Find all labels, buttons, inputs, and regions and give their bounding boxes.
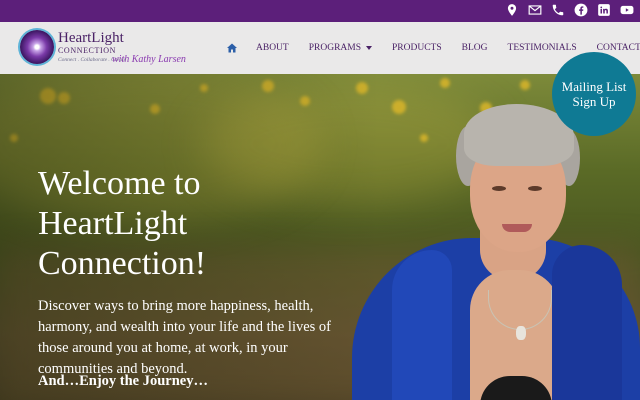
logo-signature: with Kathy Larsen <box>112 54 186 65</box>
logo-subtitle: CONNECTION <box>58 46 116 55</box>
social-icons <box>505 3 634 17</box>
linkedin-icon[interactable] <box>597 3 611 17</box>
nav-about[interactable]: ABOUT <box>256 43 289 53</box>
hero-headline: Welcome to HeartLight Connection! <box>38 164 338 284</box>
mailing-line-2: Sign Up <box>572 94 616 109</box>
hero-headline-line: HeartLight <box>38 205 188 242</box>
nav-programs[interactable]: PROGRAMS <box>308 43 373 53</box>
facebook-icon[interactable] <box>574 3 588 17</box>
logo-orb-icon <box>20 30 54 64</box>
nav-programs-label: PROGRAMS <box>308 43 362 53</box>
nav-contact[interactable]: CONTACT <box>597 43 640 53</box>
envelope-icon[interactable] <box>528 3 542 17</box>
hero-headline-line: Welcome to <box>38 165 201 202</box>
nav-testimonials[interactable]: TESTIMONIALS <box>508 43 577 53</box>
nav-blog[interactable]: BLOG <box>462 43 488 53</box>
chevron-down-icon <box>366 46 373 50</box>
site-header: HeartLight CONNECTION Connect . Collabor… <box>0 22 640 74</box>
mailing-list-signup-button[interactable]: Mailing List Sign Up <box>552 52 636 136</box>
phone-icon[interactable] <box>551 3 565 17</box>
hero-portrait-image <box>352 100 640 400</box>
hero-closing-text: And…Enjoy the Journey… <box>38 373 208 389</box>
site-logo[interactable]: HeartLight CONNECTION Connect . Collabor… <box>20 27 186 69</box>
nav-products[interactable]: PRODUCTS <box>392 43 442 53</box>
hero-intro-text: Discover ways to bring more happiness, h… <box>38 298 332 377</box>
map-marker-icon[interactable] <box>505 3 519 17</box>
home-icon[interactable] <box>226 42 238 54</box>
youtube-icon[interactable] <box>620 3 634 17</box>
hero-headline-line: Connection! <box>38 245 207 282</box>
logo-name: HeartLight <box>58 30 124 46</box>
mailing-line-1: Mailing List <box>561 79 627 94</box>
top-contact-bar <box>0 0 640 22</box>
